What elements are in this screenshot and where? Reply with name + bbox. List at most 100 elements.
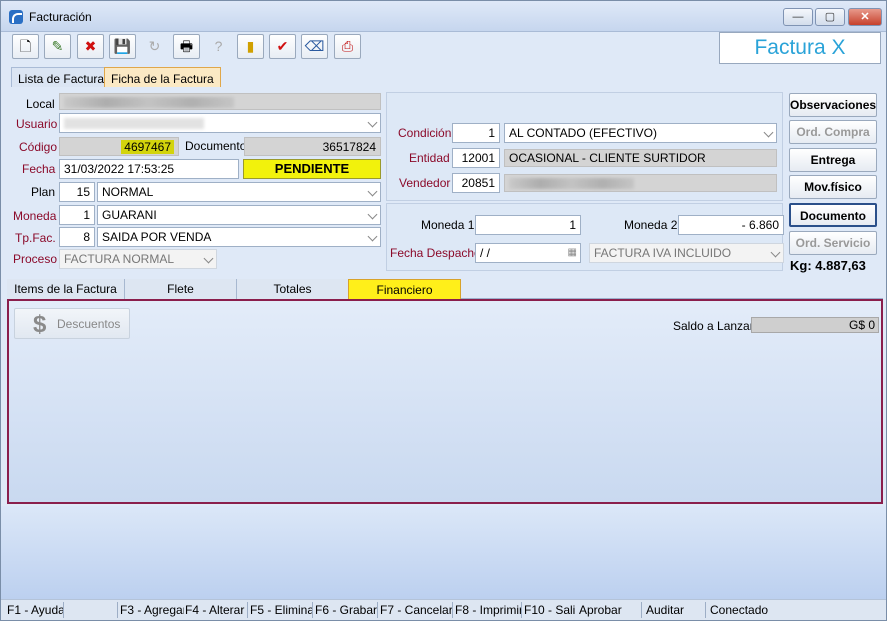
moneda-value: GUARANI [102, 208, 157, 222]
minimize-button[interactable]: — [783, 8, 813, 26]
help-icon: ? [214, 38, 223, 54]
title-bar: Facturación — ▢ ✕ [1, 1, 886, 32]
exit-button[interactable]: ▮ [237, 34, 264, 59]
condicion-label: Condición [398, 126, 452, 140]
tpfac-value: SAIDA POR VENDA [102, 230, 212, 244]
usuario-label: Usuario [16, 117, 58, 131]
status-badge: PENDIENTE [243, 159, 381, 179]
iva-select[interactable]: FACTURA IVA INCLUIDO [589, 243, 784, 263]
new-doc-icon: 🗋 [19, 38, 32, 54]
moneda2-field[interactable]: - 6.860 [678, 215, 784, 235]
calendar-icon[interactable]: ▦ [568, 244, 577, 262]
proceso-select[interactable]: FACTURA NORMAL [59, 249, 217, 269]
chevron-down-icon [770, 247, 781, 258]
redacted-text [64, 118, 204, 129]
currency-panel: Moneda 1 1 Moneda 2 - 6.860 Fecha Despac… [386, 203, 784, 271]
help-button[interactable]: ? [205, 34, 232, 59]
redacted-text [64, 97, 234, 108]
brand-logo: Factura X [719, 32, 881, 64]
moneda-select[interactable]: GUARANI [97, 205, 381, 225]
main-window: Facturación — ▢ ✕ 🗋 ✎ ✖ 💾 ↻ 🖶 ? ▮ ✔ ⌫ ⎙ … [0, 0, 887, 621]
chevron-down-icon [367, 231, 378, 242]
confirm-button[interactable]: ✔ [269, 34, 296, 59]
cancel-print-button[interactable]: ⎙ [334, 34, 361, 59]
plan-code-field[interactable]: 15 [59, 182, 95, 202]
tab-totales[interactable]: Totales [237, 279, 349, 299]
status-bar: F1 - Ayuda F3 - Agregar F4 - Alterar F5 … [1, 599, 886, 620]
status-conectado: Conectado [710, 603, 769, 617]
tpfac-select[interactable]: SAIDA POR VENDA [97, 227, 381, 247]
divider [705, 602, 706, 618]
save-button[interactable]: 💾 [109, 34, 136, 59]
chevron-down-icon [763, 127, 774, 138]
divider [312, 602, 313, 618]
tab-financiero[interactable]: Financiero [348, 279, 461, 299]
eraser-icon: ⌫ [304, 38, 325, 54]
tpfac-label: Tp.Fac. [15, 231, 56, 245]
entidad-label: Entidad [409, 151, 450, 165]
ord-servicio-button[interactable]: Ord. Servicio [789, 231, 877, 255]
plan-select[interactable]: NORMAL [97, 182, 381, 202]
check-icon: ✔ [276, 38, 289, 54]
plan-value: NORMAL [102, 185, 154, 199]
edit-doc-icon: ✎ [51, 38, 64, 54]
moneda-code-field[interactable]: 1 [59, 205, 95, 225]
descuentos-button[interactable]: $ Descuentos [14, 308, 130, 339]
fecha-despacho-field[interactable]: / / ▦ [475, 243, 581, 263]
condicion-select[interactable]: AL CONTADO (EFECTIVO) [504, 123, 777, 143]
moneda1-field[interactable]: 1 [475, 215, 581, 235]
observaciones-button[interactable]: Observaciones [789, 93, 877, 117]
divider [247, 602, 248, 618]
fecha-field[interactable]: 31/03/2022 17:53:25 [59, 159, 239, 179]
print-icon: 🖶 [179, 38, 194, 54]
vendedor-field[interactable] [504, 174, 777, 192]
codigo-value: 4697467 [121, 140, 174, 154]
mov-fisico-button[interactable]: Mov.físico [789, 175, 877, 199]
plan-label: Plan [31, 185, 56, 199]
clear-button[interactable]: ⌫ [301, 34, 328, 59]
tab-flete[interactable]: Flete [125, 279, 237, 299]
divider [521, 602, 522, 618]
tab-items[interactable]: Items de la Factura [7, 279, 125, 299]
delete-doc-button[interactable]: ✖ [77, 34, 104, 59]
documento-label: Documento [185, 139, 247, 153]
descuentos-label: Descuentos [57, 317, 121, 331]
status-f4: F4 - Alterar [185, 603, 245, 617]
entidad-code-field[interactable]: 12001 [452, 148, 500, 168]
tab-lista-facturas[interactable]: Lista de Facturas [11, 67, 118, 87]
exit-door-icon: ▮ [246, 38, 255, 54]
invoice-header-panel: Local Usuario Código 4697467 Documento 3… [9, 88, 385, 271]
vendedor-code-field[interactable]: 20851 [452, 173, 500, 193]
maximize-button[interactable]: ▢ [815, 8, 845, 26]
weight-total: Kg: 4.887,63 [790, 258, 866, 273]
codigo-field[interactable]: 4697467 [59, 137, 179, 156]
edit-doc-button[interactable]: ✎ [44, 34, 71, 59]
condicion-code-field[interactable]: 1 [452, 123, 500, 143]
moneda2-label: Moneda 2 [624, 218, 678, 232]
redacted-text [509, 178, 634, 189]
documento-button[interactable]: Documento [789, 203, 877, 227]
usuario-select[interactable] [59, 113, 381, 133]
divider [117, 602, 118, 618]
codigo-label: Código [19, 140, 58, 154]
divider [377, 602, 378, 618]
tab-ficha-factura[interactable]: Ficha de la Factura [104, 67, 221, 87]
entidad-field[interactable]: OCASIONAL - CLIENTE SURTIDOR [504, 149, 777, 167]
local-field[interactable] [59, 93, 381, 110]
financiero-panel: $ Descuentos Saldo a Lanzar G$ 0 [7, 299, 883, 504]
ord-compra-button[interactable]: Ord. Compra [789, 120, 877, 144]
new-doc-button[interactable]: 🗋 [12, 34, 39, 59]
fecha-despacho-value: / / [480, 246, 491, 260]
refresh-button[interactable]: ↻ [141, 34, 168, 59]
window-title: Facturación [29, 10, 92, 24]
documento-field[interactable]: 36517824 [244, 137, 381, 156]
app-icon [9, 10, 23, 24]
cancel-print-icon: ⎙ [341, 38, 354, 54]
tpfac-code-field[interactable]: 8 [59, 227, 95, 247]
print-button[interactable]: 🖶 [173, 34, 200, 59]
divider [63, 602, 64, 618]
close-button[interactable]: ✕ [848, 8, 882, 26]
entrega-button[interactable]: Entrega [789, 148, 877, 172]
chevron-down-icon [367, 186, 378, 197]
status-aprobar: Aprobar [579, 603, 622, 617]
